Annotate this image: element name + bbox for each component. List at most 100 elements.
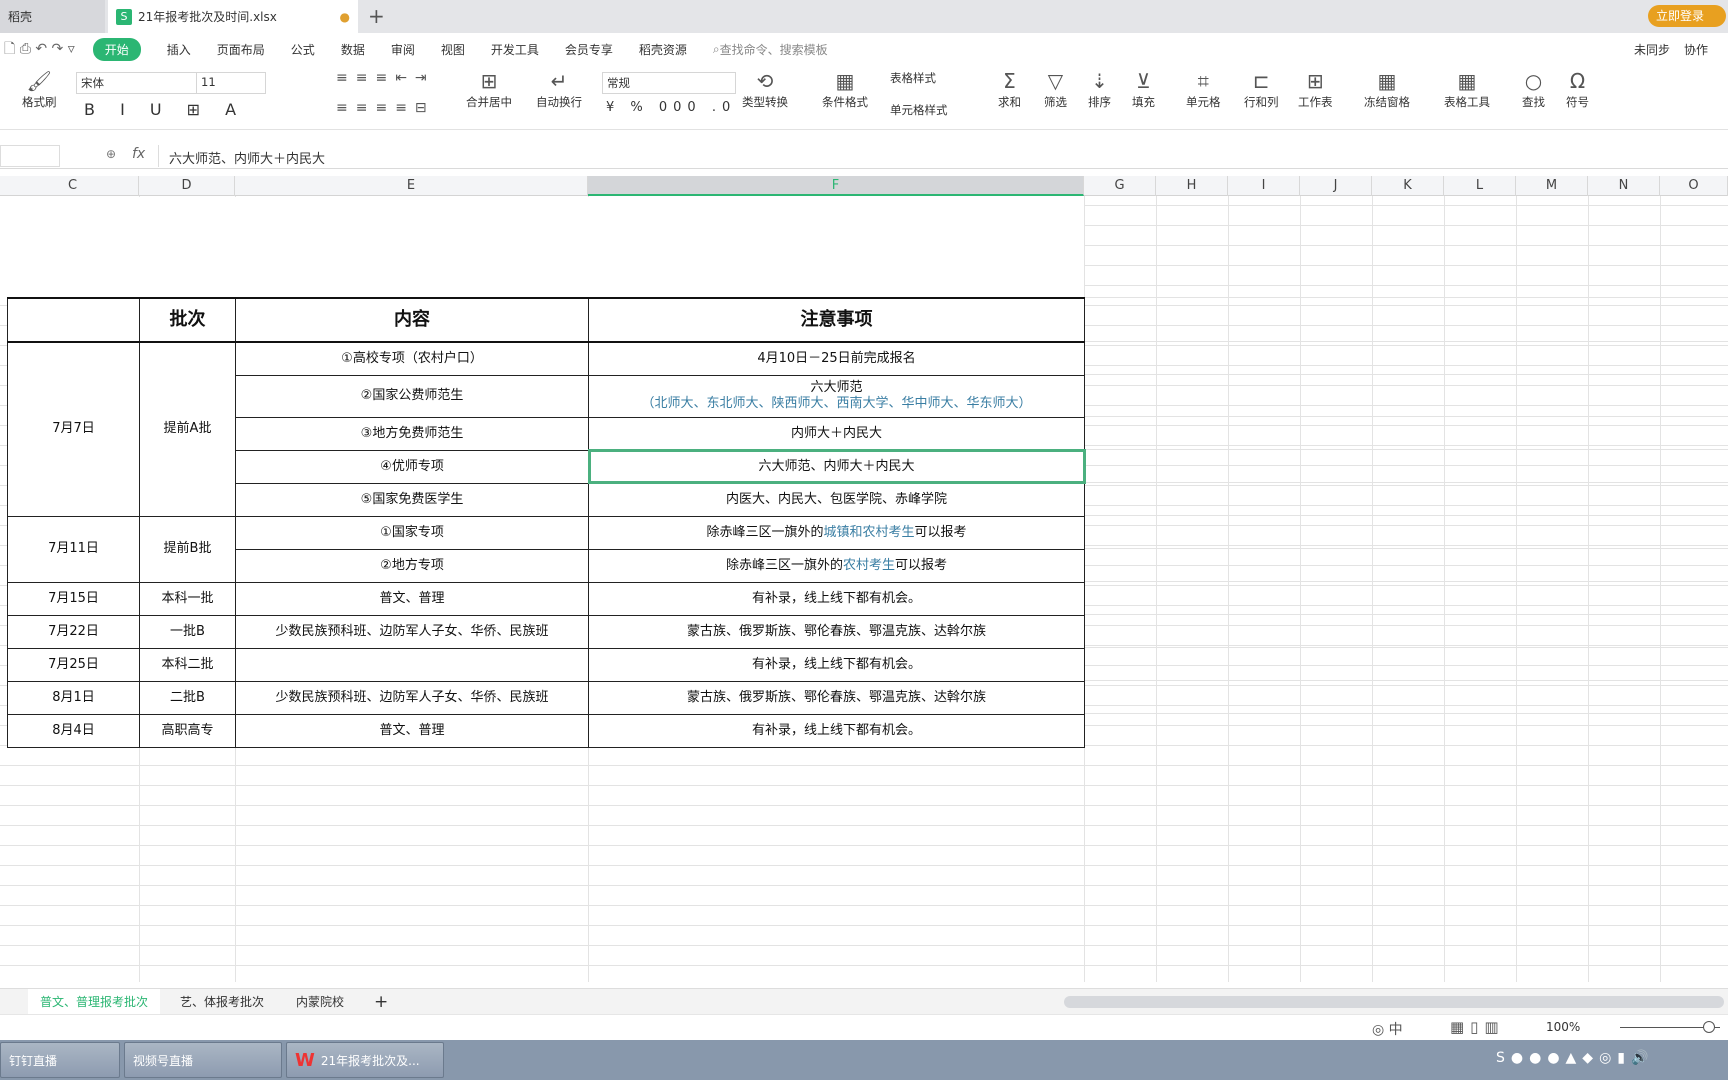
note-cell[interactable]: 六大师范 （北师大、东北师大、陕西师大、西南大学、华中师大、华东师大） [588,374,1085,418]
filter-button[interactable]: ▽ 筛选 [1044,68,1067,110]
quick-access-icons[interactable]: 🗋 ⎙ ↶ ↷ ▿ [4,38,75,62]
menu-data[interactable]: 数据 [341,41,365,58]
column-header-J[interactable]: J [1300,176,1372,196]
batch-cell[interactable]: 本科一批 [139,581,236,616]
column-header-E[interactable]: E [235,176,588,196]
table-tools-button[interactable]: ▦ 表格工具 [1444,68,1490,110]
alignment-buttons-2[interactable]: ≡≡≡≡⊟ [336,100,435,116]
freeze-panes-button[interactable]: ▦ 冻结窗格 [1364,68,1410,110]
sort-button[interactable]: ⇣ 排序 [1088,68,1111,110]
selected-note-cell[interactable]: 六大师范、内师大＋内民大 [587,449,1086,484]
find-button[interactable]: ○ 查找 [1522,68,1545,110]
date-cell[interactable]: 7月7日 [7,341,140,517]
note-cell[interactable]: 内师大＋内民大 [588,416,1085,451]
column-header-L[interactable]: L [1444,176,1516,196]
menu-home[interactable]: 开始 [92,38,141,61]
cell-style-button[interactable]: 单元格样式 [890,102,948,118]
content-cell[interactable]: ①高校专项（农村户口） [235,341,589,376]
zoom-formula-icon[interactable]: ⊕ [106,147,116,161]
header-cell[interactable] [7,297,140,343]
column-header-D[interactable]: D [139,176,235,196]
menu-developer[interactable]: 开发工具 [491,41,539,58]
collab-button[interactable]: 协作 [1684,41,1708,58]
content-cell[interactable]: 少数民族预科班、边防军人子女、华侨、民族班 [235,680,589,715]
system-tray-icons[interactable]: S●●●▲◆◎▮🔊 [1496,1050,1654,1066]
note-cell[interactable]: 除赤峰三区一旗外的城镇和农村考生可以报考 [588,515,1085,550]
name-box[interactable] [0,145,60,167]
batch-cell[interactable]: 提前B批 [139,515,236,583]
batch-cell[interactable]: 二批B [139,680,236,715]
menu-insert[interactable]: 插入 [167,41,191,58]
content-cell[interactable]: ②国家公费师范生 [235,374,589,418]
column-header-O[interactable]: O [1660,176,1728,196]
wrap-text-button[interactable]: ↵ 自动换行 [536,68,582,110]
sheet-tab[interactable]: 内蒙院校 [284,989,356,1015]
column-header-G[interactable]: G [1084,176,1156,196]
column-header-H[interactable]: H [1156,176,1228,196]
new-tab-button[interactable]: + [368,4,385,28]
sync-status[interactable]: 未同步 [1634,41,1670,58]
content-cell[interactable] [235,647,589,682]
font-select[interactable]: 宋体 [76,72,198,94]
content-cell[interactable]: 普文、普理 [235,581,589,616]
batch-cell[interactable]: 提前A批 [139,341,236,517]
content-cell[interactable]: 普文、普理 [235,713,589,748]
batch-cell[interactable]: 一批B [139,614,236,649]
taskbar-item[interactable]: 钉钉直播 [0,1042,120,1078]
menu-view[interactable]: 视图 [441,41,465,58]
number-buttons[interactable]: ¥ % 000 .0 [606,100,736,115]
taskbar-item[interactable]: 视频号直播 [124,1042,282,1078]
date-cell[interactable]: 7月11日 [7,515,140,583]
column-header-N[interactable]: N [1588,176,1660,196]
header-cell[interactable]: 注意事项 [588,297,1085,343]
menu-formula[interactable]: 公式 [291,41,315,58]
taskbar-item-wps[interactable]: W 21年报考批次及... [286,1042,444,1078]
login-button[interactable]: 立即登录 [1648,5,1726,27]
date-cell[interactable]: 7月15日 [7,581,140,616]
note-cell[interactable]: 蒙古族、俄罗斯族、鄂伦春族、鄂温克族、达斡尔族 [588,680,1085,715]
header-cell[interactable]: 内容 [235,297,589,343]
note-cell[interactable]: 有补录，线上线下都有机会。 [588,581,1085,616]
fx-icon[interactable]: fx [132,146,145,162]
note-cell[interactable]: 除赤峰三区一旗外的农村考生可以报考 [588,548,1085,583]
column-header-C[interactable]: C [7,176,139,196]
column-header-I[interactable]: I [1228,176,1300,196]
tab-daoke[interactable]: 稻壳 [0,0,105,33]
alignment-buttons[interactable]: ≡≡≡⇤⇥ [336,70,435,86]
note-cell[interactable]: 有补录，线上线下都有机会。 [588,713,1085,748]
format-painter-button[interactable]: 🖌 格式刷 [22,68,57,110]
date-cell[interactable]: 8月1日 [7,680,140,715]
note-cell[interactable]: 有补录，线上线下都有机会。 [588,647,1085,682]
content-cell[interactable]: ④优师专项 [235,449,589,484]
cell-button[interactable]: ⌗ 单元格 [1186,68,1221,110]
content-cell[interactable]: ③地方免费师范生 [235,416,589,451]
column-header-M[interactable]: M [1516,176,1588,196]
content-cell[interactable]: ①国家专项 [235,515,589,550]
command-search[interactable]: 查找命令、搜索模板 [720,41,828,58]
view-mode-icons[interactable]: ▦▯▥ [1450,1018,1505,1036]
note-cell[interactable]: 蒙古族、俄罗斯族、鄂伦春族、鄂温克族、达斡尔族 [588,614,1085,649]
sum-button[interactable]: Σ 求和 [998,68,1021,110]
horizontal-scrollbar[interactable] [1064,996,1724,1008]
symbol-button[interactable]: Ω 符号 [1566,68,1589,110]
formula-input[interactable]: 六大师范、内师大＋内民大 [158,145,1728,167]
batch-cell[interactable]: 高职高专 [139,713,236,748]
note-cell[interactable]: 内医大、内民大、包医学院、赤峰学院 [588,482,1085,517]
row-col-button[interactable]: ⊏ 行和列 [1244,68,1279,110]
font-size-select[interactable]: 11 [196,72,266,94]
content-cell[interactable]: ⑤国家免费医学生 [235,482,589,517]
font-style-buttons[interactable]: B I U ⊞ A [84,100,246,119]
menu-daoke-resources[interactable]: 稻壳资源 [639,41,687,58]
sheet-tab[interactable]: 艺、体报考批次 [168,989,276,1015]
table-style-button[interactable]: 表格样式 [890,70,936,86]
eye-protect-icon[interactable]: ◎ 中 [1372,1019,1403,1039]
note-cell[interactable]: 4月10日－25日前完成报名 [588,341,1085,376]
add-sheet-button[interactable]: + [362,989,400,1015]
content-cell[interactable]: 少数民族预科班、边防军人子女、华侨、民族班 [235,614,589,649]
fill-button[interactable]: ⊻ 填充 [1132,68,1155,110]
date-cell[interactable]: 7月25日 [7,647,140,682]
header-cell[interactable]: 批次 [139,297,236,343]
zoom-slider-handle[interactable] [1703,1021,1715,1033]
worksheet-button[interactable]: ⊞ 工作表 [1298,68,1333,110]
menu-member[interactable]: 会员专享 [565,41,613,58]
